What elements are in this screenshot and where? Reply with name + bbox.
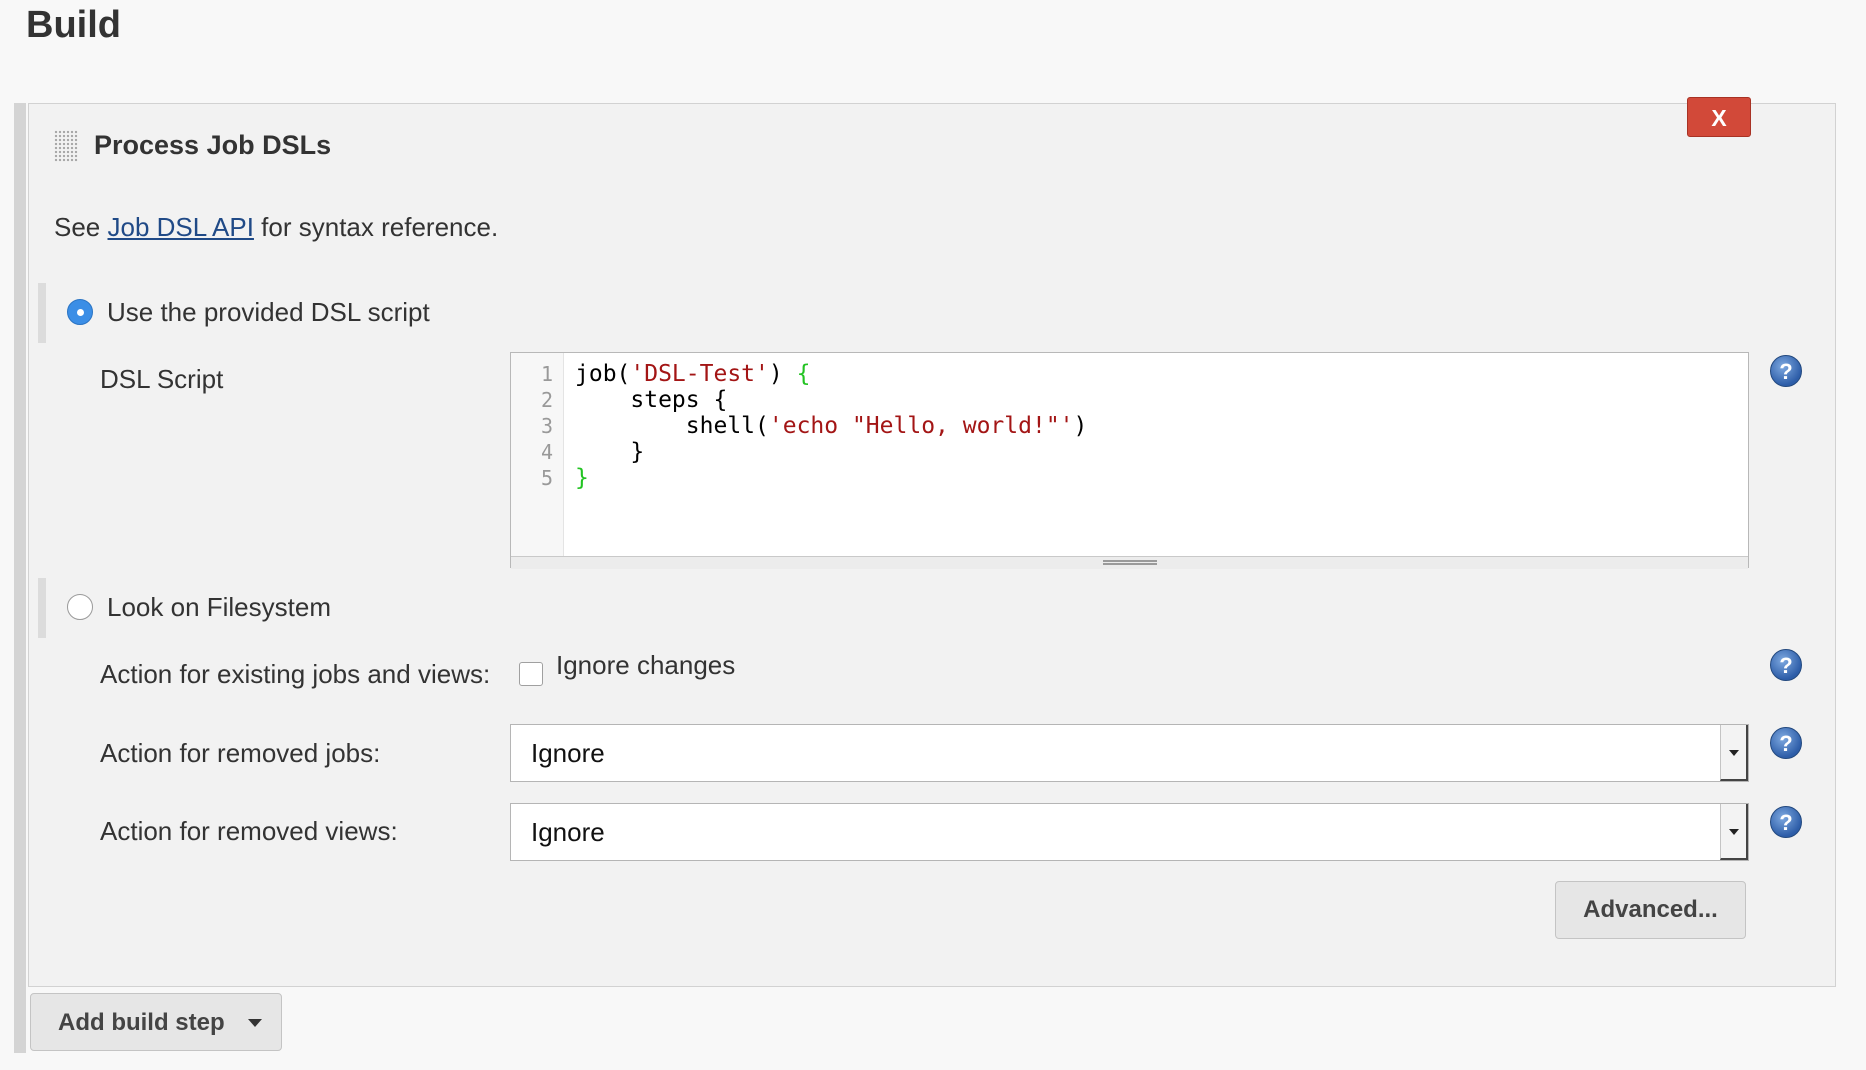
removed-views-label: Action for removed views:: [100, 816, 398, 846]
code-line[interactable]: }: [575, 439, 644, 465]
line-number: 3: [540, 414, 553, 438]
editor-resize-bar[interactable]: [511, 556, 1748, 569]
chevron-down-icon[interactable]: [1720, 725, 1748, 781]
page-title: Build: [26, 4, 121, 46]
delete-step-button[interactable]: X: [1687, 97, 1751, 137]
code-token: {: [796, 361, 811, 387]
chevron-down-icon[interactable]: [1720, 804, 1748, 860]
step-title: Process Job DSLs: [94, 130, 332, 160]
resize-grip-icon[interactable]: [1103, 560, 1157, 565]
line-number: 1: [540, 362, 553, 386]
line-number: 2: [540, 388, 553, 412]
removed-jobs-select[interactable]: Ignore: [510, 724, 1749, 782]
code-line[interactable]: }: [575, 465, 589, 491]
code-token: steps {: [575, 387, 728, 413]
ignore-changes-checkbox[interactable]: [519, 662, 543, 686]
add-build-step-label: Add build step: [58, 1009, 225, 1036]
radio-provided-script-label[interactable]: Use the provided DSL script: [107, 297, 430, 328]
radio-filesystem-label[interactable]: Look on Filesystem: [107, 592, 331, 623]
syntax-reference-text: See Job DSL API for syntax reference.: [54, 212, 498, 243]
radio-filesystem[interactable]: [67, 594, 93, 620]
code-token: ): [768, 361, 797, 387]
add-build-step-button[interactable]: Add build step: [30, 993, 282, 1051]
dsl-script-editor[interactable]: 1 2 3 4 5 job('DSL-Test') { steps { shell('ec…: [510, 352, 1749, 569]
see-suffix: for syntax reference.: [253, 212, 499, 242]
radio-group-bar: [38, 578, 46, 638]
help-icon[interactable]: ?: [1770, 355, 1802, 387]
code-token: }: [575, 465, 589, 491]
chevron-down-icon: [248, 1019, 262, 1027]
code-line[interactable]: job('DSL-Test') {: [575, 361, 810, 387]
code-token: shell(: [575, 413, 769, 439]
existing-jobs-label: Action for existing jobs and views:: [100, 659, 491, 689]
removed-jobs-label: Action for removed jobs:: [100, 738, 381, 768]
see-prefix: See: [54, 212, 108, 242]
help-icon[interactable]: ?: [1770, 806, 1802, 838]
radio-provided-script[interactable]: [67, 299, 93, 325]
code-token: 'DSL-Test': [630, 361, 769, 387]
line-number: 4: [540, 440, 553, 464]
ignore-changes-label[interactable]: Ignore changes: [556, 650, 735, 681]
code-line[interactable]: steps {: [575, 387, 727, 413]
dsl-script-label: DSL Script: [100, 364, 224, 394]
section-left-bar: [14, 103, 26, 1053]
code-token: job(: [575, 361, 631, 387]
code-token: 'echo "Hello, world!"': [768, 413, 1074, 439]
help-icon[interactable]: ?: [1770, 727, 1802, 759]
advanced-button[interactable]: Advanced...: [1555, 881, 1746, 939]
removed-views-value: Ignore: [531, 817, 605, 847]
radio-group-bar: [38, 283, 46, 343]
removed-views-select[interactable]: Ignore: [510, 803, 1749, 861]
drag-handle-icon[interactable]: [54, 130, 78, 162]
code-line[interactable]: shell('echo "Hello, world!"'): [575, 413, 1088, 439]
code-token: ): [1073, 413, 1088, 439]
removed-jobs-value: Ignore: [531, 738, 605, 768]
code-token: }: [575, 439, 645, 465]
help-icon[interactable]: ?: [1770, 649, 1802, 681]
job-dsl-api-link[interactable]: Job DSL API: [108, 212, 254, 242]
line-number: 5: [540, 466, 553, 490]
